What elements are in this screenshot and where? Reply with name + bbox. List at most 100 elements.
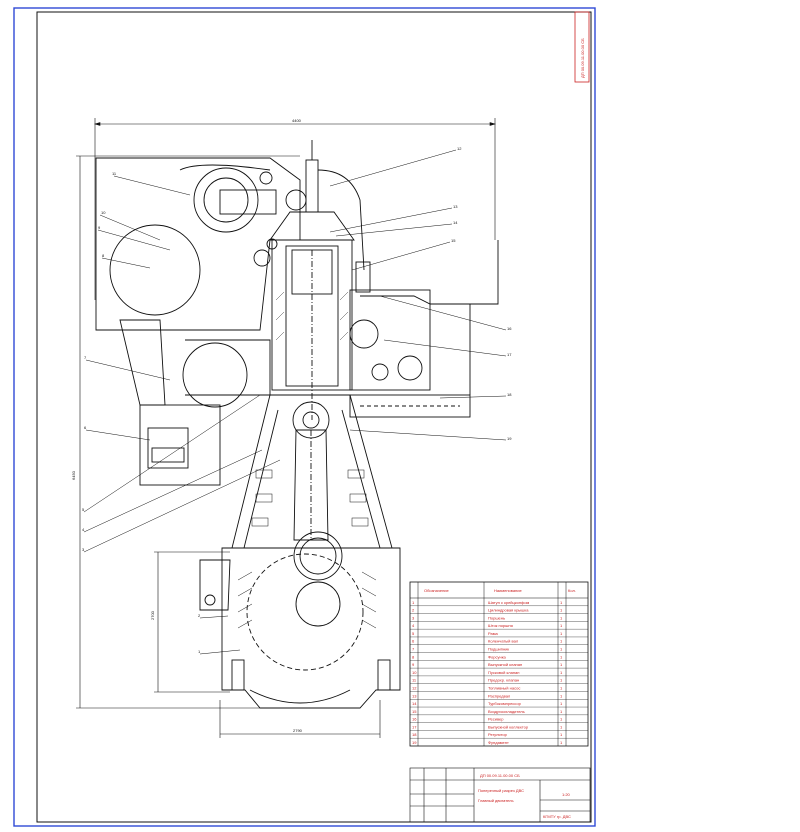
- callout-19: 19: [507, 436, 512, 441]
- spec-row-position: 8: [412, 654, 415, 659]
- camshaft-housing: [349, 289, 431, 391]
- spec-row-name: Выпускной коллектор: [488, 724, 529, 729]
- spec-row-name: Шатун с крейцкопфом: [488, 600, 530, 605]
- spec-row-qty: 1: [560, 724, 563, 729]
- callout-4: 4: [82, 527, 85, 532]
- title-sheet-scale: 1:20: [562, 792, 571, 797]
- spec-row-qty: 1: [560, 615, 563, 620]
- scavenge-receiver: [109, 224, 201, 316]
- title-subtitle: Главный двигатель: [478, 798, 514, 803]
- spec-row-position: 3: [412, 615, 415, 620]
- spec-row-qty: 1: [560, 685, 563, 690]
- cylinder-cover: [269, 211, 355, 241]
- spec-table: Обозначение Наименование Кол. Шатун с кр…: [409, 581, 589, 747]
- dim-top-label: 4400: [292, 118, 302, 123]
- dim-left-label: 6450: [71, 470, 76, 480]
- title-org: КГМТУ гр. ДВС: [543, 814, 571, 819]
- spec-row-qty: 1: [560, 654, 563, 659]
- spec-rows: Шатун с крейцкопфом1 1Цилиндровая крышка2…: [410, 600, 588, 745]
- title-main: Поперечный разрез ДВС: [478, 788, 524, 793]
- callout-numbers: 11 10 9 8 7 6 5 4 3 2 1 12 13 14 15 16 1…: [82, 146, 512, 654]
- callout-13: 13: [453, 204, 458, 209]
- spec-row-position: 15: [412, 709, 417, 714]
- spec-row-position: 5: [412, 631, 415, 636]
- spec-row-name: Фундамент: [488, 740, 509, 745]
- spec-row-position: 7: [412, 647, 415, 652]
- callout-16: 16: [507, 326, 512, 331]
- engine-cross-section: [95, 140, 499, 709]
- spec-row-name: Рама: [488, 631, 499, 636]
- dim-bottom-label: 2790: [293, 728, 303, 733]
- spec-row-name: Турбокомпрессор: [488, 701, 522, 706]
- spec-row-position: 11: [412, 678, 417, 683]
- spec-row-position: 19: [412, 740, 417, 745]
- spec-row-name: Распредвал: [488, 693, 511, 698]
- engineering-drawing-sheet: ДП 00.09.11.00.00 СБ 4400 6450 2700 2790: [13, 7, 596, 827]
- dimension-crank: [154, 551, 230, 693]
- aux-blower: [139, 404, 221, 486]
- spec-row-position: 2: [412, 608, 415, 613]
- callout-15: 15: [451, 238, 456, 243]
- bedplate: [221, 547, 401, 709]
- spec-row-position: 6: [412, 639, 415, 644]
- crank-circle: [246, 553, 364, 671]
- spec-row-qty: 1: [560, 717, 563, 722]
- spec-row-qty: 1: [560, 693, 563, 698]
- vertical-stamp-text: ДП 00.09.11.00.00 СБ: [580, 38, 585, 78]
- callout-1: 1: [198, 649, 201, 654]
- vertical-stamp: ДП 00.09.11.00.00 СБ: [574, 11, 590, 83]
- spec-row-position: 13: [412, 693, 417, 698]
- spec-row-qty: 1: [560, 740, 563, 745]
- spec-row-position: 4: [412, 623, 415, 628]
- spec-row-qty: 1: [560, 662, 563, 667]
- callout-10: 10: [101, 210, 106, 215]
- spec-row-qty: 1: [560, 623, 563, 628]
- spec-row-position: 16: [412, 717, 417, 722]
- air-cooler: [182, 342, 248, 408]
- spec-row-position: 10: [412, 670, 417, 675]
- spec-row-name: Пусковой клапан: [488, 670, 519, 675]
- spec-row-name: Воздухоохладитель: [488, 709, 525, 714]
- callout-6: 6: [84, 425, 87, 430]
- spec-header-name: Наименование: [494, 588, 523, 593]
- callout-3: 3: [82, 547, 85, 552]
- spec-row-position: 18: [412, 732, 417, 737]
- callout-8: 8: [102, 253, 105, 258]
- spec-row-qty: 1: [560, 608, 563, 613]
- callout-9: 9: [98, 225, 101, 230]
- callout-5: 5: [82, 507, 85, 512]
- spec-row-name: Коленчатый вал: [488, 639, 519, 644]
- spec-header-qty: Кол.: [568, 588, 576, 593]
- callout-2: 2: [198, 613, 201, 618]
- dimension-top: [93, 118, 497, 300]
- spec-row-name: Предохр. клапан: [488, 678, 519, 683]
- spec-row-position: 14: [412, 701, 417, 706]
- spec-row-qty: 1: [560, 670, 563, 675]
- spec-row-name: Поршень: [488, 615, 505, 620]
- callout-17: 17: [507, 352, 512, 357]
- spec-row-qty: 1: [560, 631, 563, 636]
- callout-7: 7: [84, 355, 87, 360]
- spec-row-position: 9: [412, 662, 415, 667]
- spec-header-designation: Обозначение: [424, 588, 450, 593]
- callout-11: 11: [112, 171, 117, 176]
- spec-row-name: Шток поршня: [488, 623, 513, 628]
- spec-row-qty: 1: [560, 701, 563, 706]
- spec-row-qty: 1: [560, 732, 563, 737]
- spec-row-name: Форсунка: [488, 654, 507, 659]
- callout-12: 12: [457, 146, 462, 151]
- spec-row-name: Регулятор: [488, 732, 508, 737]
- dim-crank-label: 2700: [150, 610, 155, 620]
- spec-row-name: Цилиндровая крышка: [488, 608, 529, 613]
- callout-18: 18: [507, 392, 512, 397]
- title-doc-number: ДП 00.09.11.00.00 СБ: [480, 773, 520, 778]
- spec-row-position: 12: [412, 685, 417, 690]
- spec-row-name: Выпускной клапан: [488, 662, 522, 667]
- spec-row-position: 17: [412, 724, 417, 729]
- spec-row-qty: 1: [560, 600, 563, 605]
- spec-row-qty: 1: [560, 709, 563, 714]
- spec-row-position: 1: [412, 600, 415, 605]
- spec-row-qty: 1: [560, 678, 563, 683]
- fuel-pump: [349, 319, 379, 349]
- callout-14: 14: [453, 220, 458, 225]
